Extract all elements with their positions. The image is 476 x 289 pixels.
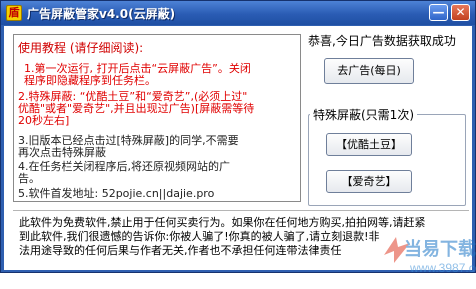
special-block-label: 特殊屏蔽(只需1次) <box>310 106 417 123</box>
close-button[interactable]: ✕ <box>451 4 470 21</box>
tutorial-line: 优酷"或者"爱奇艺",并且出现过广告)[屏蔽需等待 <box>18 102 255 115</box>
client-area: 使用教程 (请仔细阅读): 1.第一次运行, 打开后点击“云屏蔽广告”。关闭 程… <box>4 26 476 275</box>
disclaimer-line: 法用途导致的任何后果与作者无关,作者也不承担任何连带法律责任 <box>19 244 342 257</box>
site-watermark: 当易下载站 www.3987.com <box>382 231 476 289</box>
tutorial-line: 5.软件首发地址: 52pojie.cn||dajie.pro <box>18 187 215 200</box>
window-title: 广告屏蔽管家v4.0(云屏蔽) <box>27 7 176 21</box>
disclaimer-line: 到此软件,我们很遗憾的告诉你:你被人骗了!你真的被人骗了,请立刻退款!非 <box>19 230 380 243</box>
iqiyi-button[interactable]: 【爱奇艺】 <box>326 170 412 193</box>
tutorial-panel: 使用教程 (请仔细阅读): 1.第一次运行, 打开后点击“云屏蔽广告”。关闭 程… <box>13 34 301 202</box>
title-bar[interactable]: 盾 广告屏蔽管家v4.0(云屏蔽) — ✕ <box>1 1 475 25</box>
youku-tudou-button[interactable]: 【优酷土豆】 <box>326 133 412 156</box>
tutorial-line: 4.在任务栏关闭程序后,将还原视频网站的广 <box>18 160 230 173</box>
watermark-text: 当易下载站 <box>404 239 476 260</box>
tutorial-line: 2.特殊屏蔽: “优酷土豆”和“爱奇艺”,(必须上过" <box>18 90 248 103</box>
tutorial-line: 再次点击特殊屏蔽 <box>18 146 106 159</box>
status-message: 恭喜,今日广告数据获取成功 <box>308 34 456 48</box>
app-icon: 盾 <box>6 5 22 21</box>
minimize-button[interactable]: — <box>429 4 448 21</box>
tutorial-line: 3.旧版本已经点击过[特殊屏蔽]的同学,不需要 <box>18 134 239 147</box>
tutorial-line: 1.第一次运行, 打开后点击“云屏蔽广告”。关闭 <box>24 62 251 75</box>
daily-ad-block-button[interactable]: 去广告(每日) <box>324 58 414 84</box>
tutorial-title: 使用教程 (请仔细阅读): <box>18 41 144 55</box>
tutorial-line: 告。 <box>18 172 40 185</box>
app-window: 盾 广告屏蔽管家v4.0(云屏蔽) — ✕ 使用教程 (请仔细阅读): 1.第一… <box>0 0 476 275</box>
disclaimer-line: 此软件为免费软件,禁止用于任何买卖行为。如果你在任何地方购买,拍拍网等,请赶紧 <box>19 216 426 229</box>
tutorial-line: 20秒左右] <box>18 114 70 127</box>
tutorial-line: 程序即隐藏程序到任务栏。 <box>24 74 156 87</box>
